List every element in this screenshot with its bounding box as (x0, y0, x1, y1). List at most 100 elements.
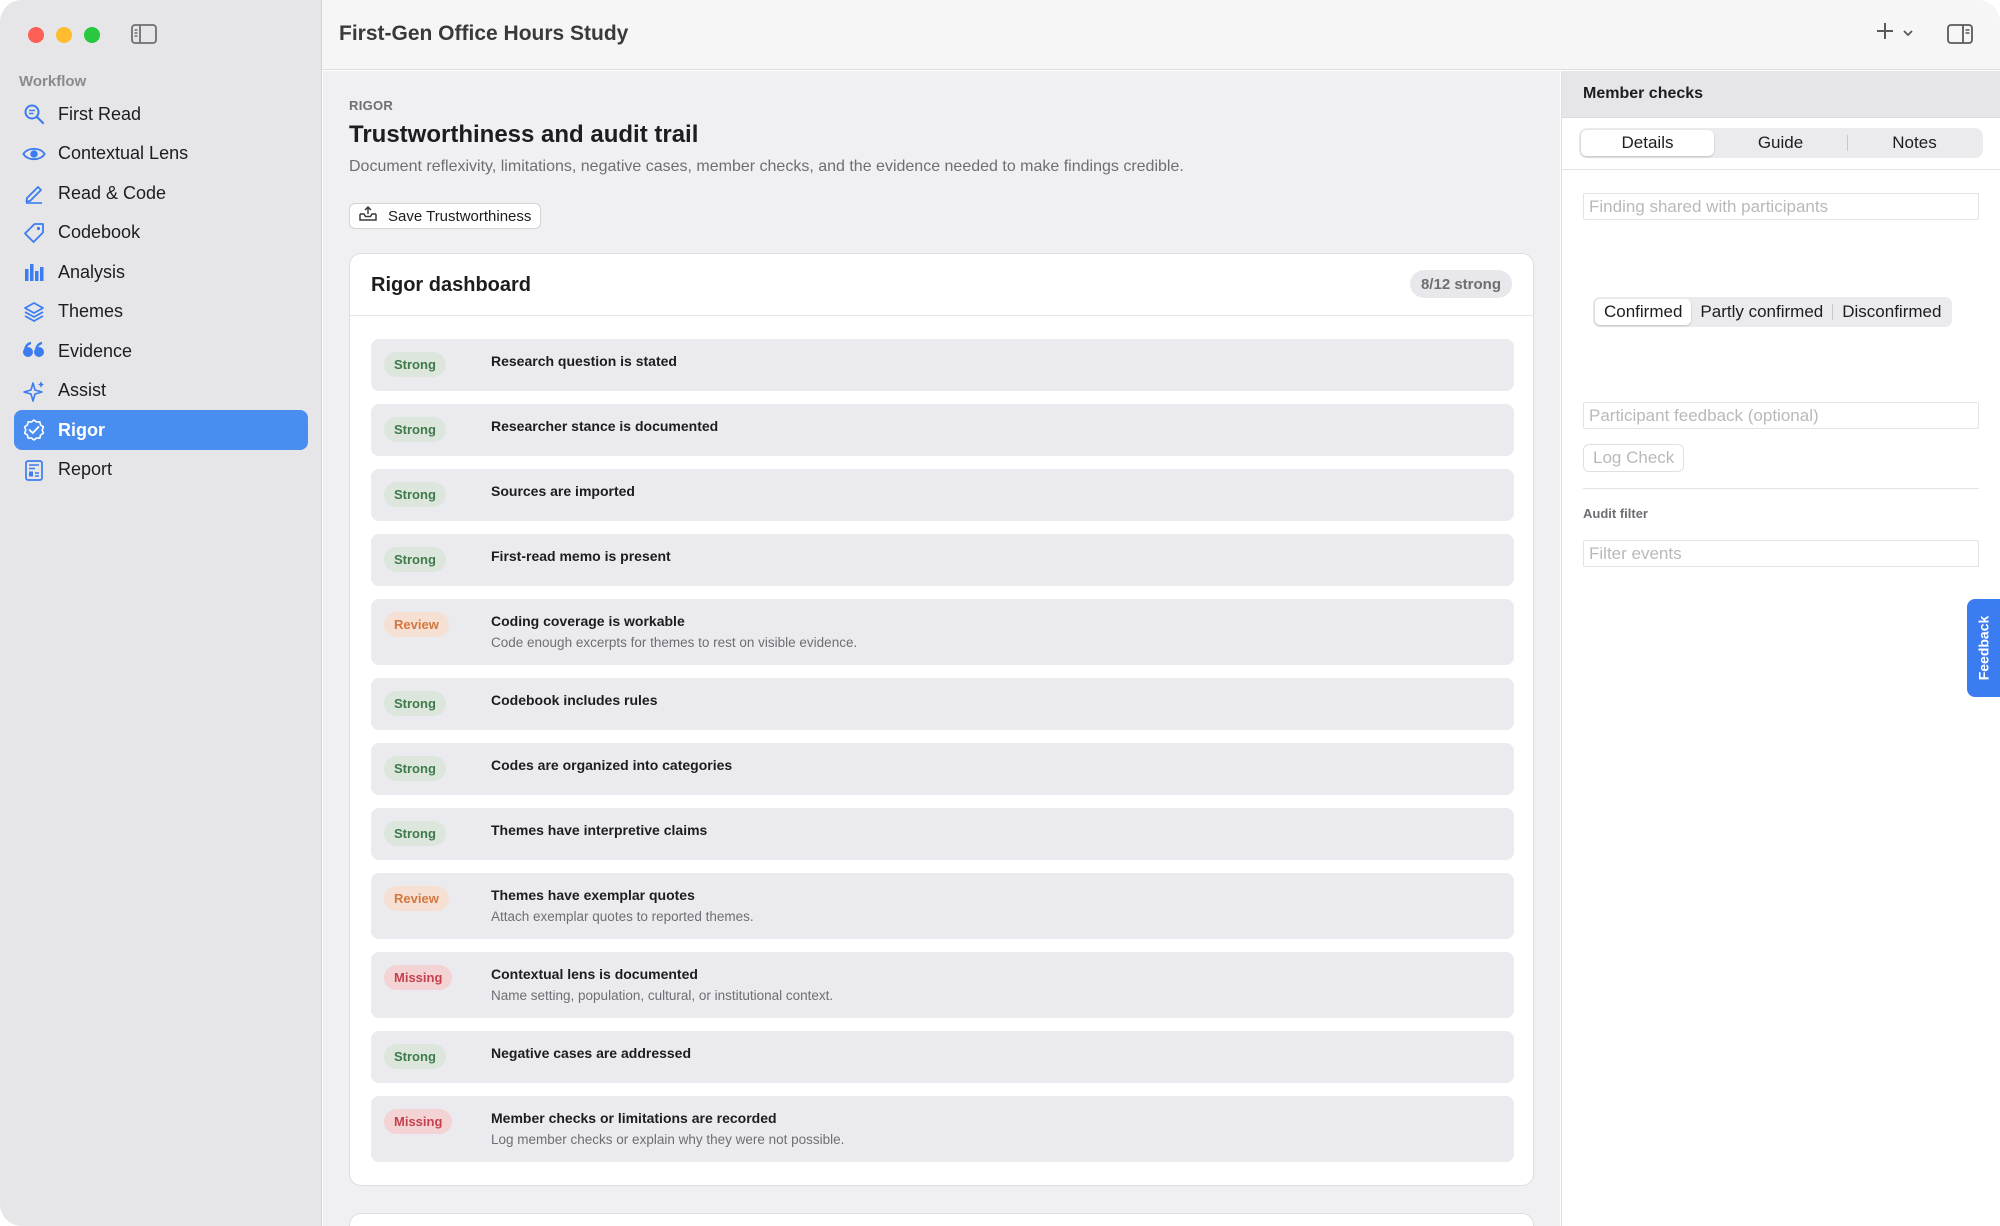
layers-icon (22, 300, 46, 324)
check-row: Strong Researcher stance is documented (371, 404, 1514, 456)
sidebar-item-label: Contextual Lens (58, 143, 189, 163)
report-icon (22, 458, 46, 482)
tab-notes[interactable]: Notes (1848, 130, 1981, 156)
sidebar-item-codebook[interactable]: Codebook (14, 213, 308, 253)
check-title: Negative cases are addressed (491, 1045, 692, 1061)
status-badge: Review (384, 886, 449, 911)
app-window: Workflow First Read Contextual Lens Read… (0, 0, 2000, 1226)
zoom-window-button[interactable] (84, 27, 100, 43)
sidebar-item-assist[interactable]: Assist (14, 371, 308, 411)
sidebar-item-label: Evidence (58, 340, 133, 361)
sidebar-item-analysis[interactable]: Analysis (14, 252, 308, 292)
check-title: First-read memo is present (491, 548, 671, 564)
inspector-tabs: Details Guide Notes (1579, 128, 1983, 158)
outcome-partly-confirmed[interactable]: Partly confirmed (1691, 299, 1832, 325)
window-controls (28, 27, 100, 43)
plus-icon (1874, 20, 1896, 47)
audit-filter-input[interactable]: Filter events (1583, 540, 1979, 567)
inspector-title: Member checks (1562, 71, 2000, 118)
sidebar-item-label: Report (58, 459, 113, 479)
page-title: Trustworthiness and audit trail (349, 121, 699, 148)
sidebar-item-label: Analysis (58, 261, 126, 282)
sidebar-item-label: Codebook (58, 222, 141, 242)
title-bar: First-Gen Office Hours Study (322, 0, 2000, 70)
status-badge: Missing (384, 1109, 453, 1134)
outcome-confirmed[interactable]: Confirmed (1595, 299, 1692, 325)
status-badge: Missing (384, 965, 453, 990)
rigor-check-list: Strong Research question is stated Stron… (371, 339, 1514, 1175)
quote-icon (22, 339, 46, 363)
check-row: Review Coding coverage is workable Code … (371, 599, 1514, 665)
card-title: Rigor dashboard (371, 274, 532, 296)
participant-feedback-input[interactable]: Participant feedback (optional) (1583, 402, 1979, 429)
check-title: Member checks or limitations are recorde… (491, 1110, 777, 1126)
main-content: RIGOR Trustworthiness and audit trail Do… (323, 71, 1560, 1226)
sidebar-item-evidence[interactable]: Evidence (14, 331, 308, 371)
next-card (349, 1213, 1534, 1226)
rigor-dashboard-card: Rigor dashboard 8/12 strong Strong Resea… (349, 253, 1534, 1186)
status-badge: Review (384, 612, 449, 637)
check-detail: Name setting, population, cultural, or i… (491, 988, 834, 1003)
close-window-button[interactable] (28, 27, 44, 43)
check-title: Codes are organized into categories (491, 757, 733, 773)
sidebar-item-contextual-lens[interactable]: Contextual Lens (14, 134, 308, 174)
status-badge: Strong (384, 756, 446, 781)
inspector-toggle-icon[interactable] (1946, 22, 1974, 51)
pencil-icon (22, 181, 46, 205)
tab-guide[interactable]: Guide (1714, 130, 1847, 156)
check-row: Strong Negative cases are addressed (371, 1031, 1514, 1083)
sparkle-icon (22, 379, 46, 403)
check-title: Coding coverage is workable (491, 613, 685, 629)
sidebar-toggle-icon[interactable] (130, 22, 158, 46)
tab-details[interactable]: Details (1581, 130, 1714, 156)
check-row: Missing Contextual lens is documented Na… (371, 952, 1514, 1018)
sidebar-nav: First Read Contextual Lens Read & Code C… (14, 94, 308, 489)
add-menu-button[interactable] (1874, 20, 1914, 47)
outcome-disconfirmed[interactable]: Disconfirmed (1833, 299, 1950, 325)
check-detail: Attach exemplar quotes to reported theme… (491, 909, 754, 924)
divider (1562, 169, 2000, 170)
check-row: Review Themes have exemplar quotes Attac… (371, 873, 1514, 939)
check-title: Themes have exemplar quotes (491, 887, 695, 903)
log-check-button[interactable]: Log Check (1583, 444, 1685, 472)
sidebar-item-label: First Read (58, 103, 142, 124)
outcome-segmented-control: Confirmed Partly confirmed Disconfirmed (1593, 297, 1953, 327)
sidebar-item-read-code[interactable]: Read & Code (14, 173, 308, 213)
inspector-panel: Member checks Details Guide Notes Findin… (1561, 71, 2000, 1226)
status-badge: Strong (384, 417, 446, 442)
check-title: Themes have interpretive claims (491, 822, 708, 838)
check-row: Missing Member checks or limitations are… (371, 1096, 1514, 1162)
check-title: Researcher stance is documented (491, 418, 719, 434)
check-row: Strong First-read memo is present (371, 534, 1514, 586)
save-trustworthiness-button[interactable]: Save Trustworthiness (349, 203, 542, 229)
sidebar-item-label: Themes (58, 301, 124, 321)
status-badge: Strong (384, 482, 446, 507)
status-badge: Strong (384, 352, 446, 377)
status-badge: Strong (384, 547, 446, 572)
check-title: Codebook includes rules (491, 692, 658, 708)
tag-icon (22, 221, 46, 245)
status-badge: Strong (384, 691, 446, 716)
check-row: Strong Codes are organized into categori… (371, 743, 1514, 795)
check-title: Contextual lens is documented (491, 966, 698, 982)
sidebar-item-rigor[interactable]: Rigor (14, 410, 308, 450)
sidebar-item-themes[interactable]: Themes (14, 292, 308, 332)
check-seal-icon (22, 418, 46, 442)
save-button-label: Save Trustworthiness (388, 207, 532, 225)
finding-input[interactable]: Finding shared with participants (1583, 193, 1979, 220)
feedback-tab[interactable]: Feedback (1967, 599, 2000, 697)
divider (1583, 488, 1979, 489)
minimize-window-button[interactable] (56, 27, 72, 43)
check-row: Strong Sources are imported (371, 469, 1514, 521)
check-row: Strong Themes have interpretive claims (371, 808, 1514, 860)
chevron-down-icon (1902, 25, 1914, 43)
check-title: Research question is stated (491, 353, 677, 369)
magnifier-doc-icon (22, 102, 46, 126)
check-title: Sources are imported (491, 483, 635, 499)
status-badge: Strong (384, 821, 446, 846)
check-row: Strong Research question is stated (371, 339, 1514, 391)
check-detail: Log member checks or explain why they we… (491, 1132, 845, 1147)
feedback-label: Feedback (1975, 615, 1992, 681)
sidebar-item-first-read[interactable]: First Read (14, 94, 308, 134)
sidebar-item-report[interactable]: Report (14, 450, 308, 490)
